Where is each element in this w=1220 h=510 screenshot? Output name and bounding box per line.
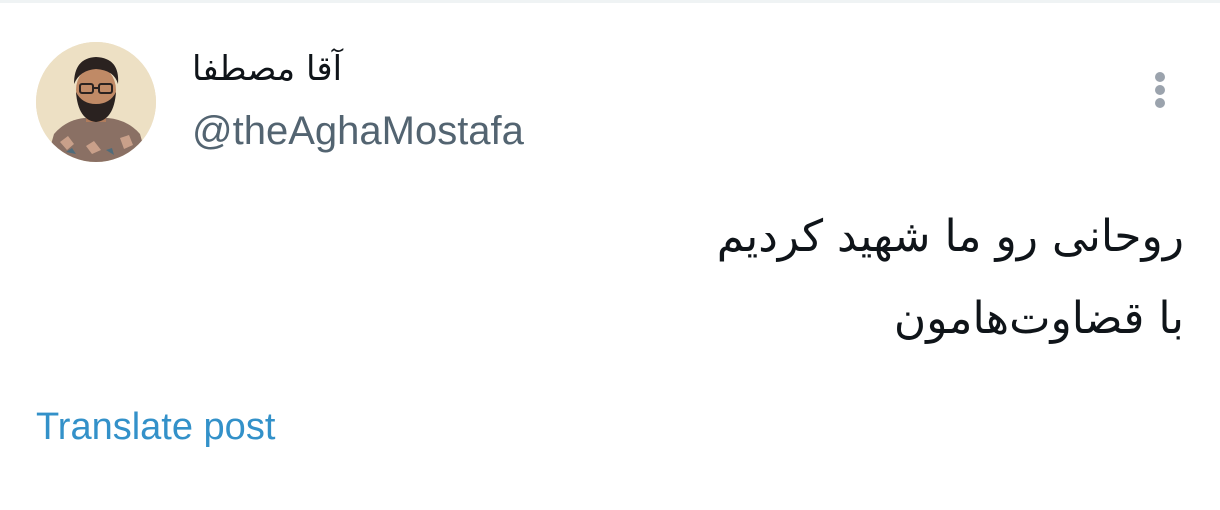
tweet-card: آقا مصطفا @theAghaMostafa روحانی رو ما ش… [0,0,1220,510]
avatar-image [36,42,156,162]
more-options-button[interactable] [1138,66,1182,114]
avatar[interactable] [36,42,156,162]
translate-post-link[interactable]: Translate post [36,402,275,452]
post-line: روحانی رو ما شهید کردیم [716,211,1184,262]
post-line: با قضاوت‌هامون [893,293,1184,344]
more-vertical-icon [1155,72,1165,82]
more-vertical-icon-dot [1155,98,1165,108]
user-handle[interactable]: @theAghaMostafa [192,106,524,156]
post-text: روحانی رو ما شهید کردیم با قضاوت‌هامون [284,196,1184,360]
more-vertical-icon-dot [1155,85,1165,95]
divider [0,0,1220,3]
display-name[interactable]: آقا مصطفا [192,44,342,94]
